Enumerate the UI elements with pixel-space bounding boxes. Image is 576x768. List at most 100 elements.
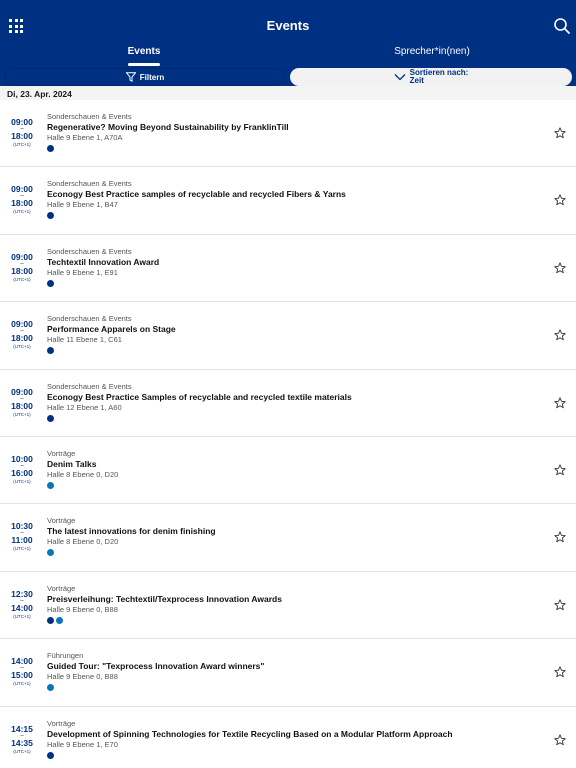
event-location: Halle 9 Ebene 1, E70 — [47, 739, 118, 749]
category-dots — [47, 751, 536, 759]
event-title: Development of Spinning Technologies for… — [47, 728, 453, 739]
event-time: 10:30 – 11:00 (UTC+1) — [0, 521, 44, 552]
timezone-label: (UTC+1) — [13, 142, 31, 147]
event-row[interactable]: 09:00 – 18:00 (UTC+1) Sonderschauen & Ev… — [0, 235, 576, 303]
event-category: Sonderschauen & Events — [47, 179, 132, 189]
star-icon[interactable] — [554, 464, 566, 476]
event-row[interactable]: 09:00 – 18:00 (UTC+1) Sonderschauen & Ev… — [0, 167, 576, 235]
event-row[interactable]: 12:30 – 14:00 (UTC+1) Vorträge Preisverl… — [0, 572, 576, 640]
event-content: Sonderschauen & Events Econogy Best Prac… — [47, 382, 536, 422]
category-dot — [47, 414, 54, 422]
event-content: Sonderschauen & Events Econogy Best Prac… — [47, 179, 536, 220]
event-title: Econogy Best Practice Samples of recycla… — [47, 391, 352, 402]
category-dot — [47, 751, 54, 759]
event-list: 09:00 – 18:00 (UTC+1) Sonderschauen & Ev… — [0, 100, 576, 768]
timezone-label: (UTC+1) — [13, 748, 31, 754]
category-dot — [47, 684, 54, 692]
event-time: 09:00 – 18:00 (UTC+1) — [0, 252, 44, 283]
event-title: Guided Tour: "Texprocess Innovation Awar… — [47, 661, 265, 672]
end-time: 18:00 — [11, 131, 33, 141]
tab-bar: Events Sprecher*in(nen) — [0, 44, 576, 68]
event-location: Halle 9 Ebene 1, E91 — [47, 267, 118, 277]
end-time: 14:35 — [11, 737, 33, 748]
end-time: 18:00 — [11, 198, 33, 209]
timezone-label: (UTC+1) — [13, 546, 31, 552]
tab-speakers[interactable]: Sprecher*in(nen) — [288, 46, 576, 57]
category-dots — [47, 549, 536, 557]
event-row[interactable]: 10:00 – 16:00 (UTC+1) Vorträge Denim Tal… — [0, 437, 576, 505]
event-title: Denim Talks — [47, 458, 97, 469]
filter-icon — [125, 72, 136, 82]
timezone-label: (UTC+1) — [13, 613, 31, 619]
star-icon[interactable] — [554, 666, 566, 678]
end-time: 16:00 — [11, 467, 33, 478]
search-icon[interactable] — [553, 17, 571, 35]
event-location: Halle 8 Ebene 0, D20 — [47, 537, 119, 547]
star-icon[interactable] — [554, 733, 566, 746]
end-time: 15:00 — [11, 670, 33, 681]
category-dot — [47, 616, 54, 624]
event-row[interactable]: 09:00 – 18:00 (UTC+1) Sonderschauen & Ev… — [0, 370, 576, 437]
category-dots — [47, 616, 536, 624]
star-icon[interactable] — [554, 531, 566, 543]
star-icon[interactable] — [554, 329, 566, 341]
timezone-label: (UTC+1) — [13, 209, 31, 215]
timezone-label: (UTC+1) — [13, 344, 31, 350]
event-category: Sonderschauen & Events — [47, 381, 132, 391]
event-time: 14:15 – 14:35 (UTC+1) — [0, 724, 44, 755]
category-dot — [56, 616, 63, 624]
event-row[interactable]: 14:00 – 15:00 (UTC+1) Führungen Guided T… — [0, 639, 576, 707]
event-category: Sonderschauen & Events — [47, 112, 132, 121]
event-row[interactable]: 14:15 – 14:35 (UTC+1) Vorträge Developme… — [0, 707, 576, 768]
event-content: Führungen Guided Tour: "Texprocess Innov… — [47, 651, 536, 692]
event-content: Vorträge The latest innovations for deni… — [47, 516, 536, 557]
event-row[interactable]: 09:00 – 18:00 (UTC+1) Sonderschauen & Ev… — [0, 100, 576, 168]
active-tab-indicator — [128, 63, 160, 66]
event-title: Performance Apparels on Stage — [47, 324, 176, 335]
category-dot — [47, 347, 54, 355]
end-time: 11:00 — [11, 535, 33, 546]
star-icon[interactable] — [554, 262, 566, 274]
event-content: Sonderschauen & Events Performance Appar… — [47, 314, 536, 355]
event-category: Vorträge — [47, 583, 76, 593]
event-title: The latest innovations for denim finishi… — [47, 526, 216, 537]
event-location: Halle 9 Ebene 0, B88 — [47, 604, 118, 614]
tab-events[interactable]: Events — [0, 46, 288, 57]
event-time: 09:00 – 18:00 (UTC+1) — [0, 184, 44, 215]
category-dots — [47, 347, 536, 355]
sort-label: Sortieren nach: Zeit — [410, 69, 469, 85]
end-time: 14:00 — [11, 602, 33, 613]
date-header: Di, 23. Apr. 2024 — [0, 86, 576, 100]
sort-button[interactable]: Sortieren nach: Zeit — [290, 68, 572, 86]
event-row[interactable]: 10:30 – 11:00 (UTC+1) Vorträge The lates… — [0, 504, 576, 572]
star-icon[interactable] — [554, 599, 566, 611]
filter-label: Filtern — [139, 72, 165, 82]
end-time: 18:00 — [11, 265, 33, 276]
event-location: Halle 9 Ebene 1, A70A — [47, 133, 123, 142]
event-title: Techtextil Innovation Award — [47, 256, 160, 267]
event-location: Halle 9 Ebene 1, B47 — [47, 200, 118, 210]
timezone-label: (UTC+1) — [13, 478, 31, 484]
event-title: Econogy Best Practice samples of recycla… — [47, 189, 346, 200]
category-dot — [47, 212, 54, 220]
event-content: Vorträge Development of Spinning Technol… — [47, 719, 536, 759]
event-category: Vorträge — [47, 718, 76, 728]
event-category: Sonderschauen & Events — [47, 314, 132, 324]
star-icon[interactable] — [554, 396, 566, 409]
event-time: 09:00 – 18:00 (UTC+1) — [0, 117, 44, 148]
filter-button[interactable]: Filtern — [4, 68, 286, 86]
category-dots — [47, 481, 536, 489]
star-icon[interactable] — [554, 194, 566, 206]
event-location: Halle 11 Ebene 1, C61 — [47, 335, 122, 345]
event-location: Halle 9 Ebene 0, B88 — [47, 672, 118, 682]
category-dot — [47, 481, 54, 489]
event-category: Führungen — [47, 651, 84, 661]
event-title: Preisverleihung: Techtextil/Texprocess I… — [47, 593, 282, 604]
timezone-label: (UTC+1) — [13, 411, 31, 417]
star-icon[interactable] — [554, 127, 566, 139]
timezone-label: (UTC+1) — [13, 681, 31, 687]
category-dots — [47, 279, 536, 287]
category-dots — [47, 212, 536, 220]
event-time: 12:30 – 14:00 (UTC+1) — [0, 589, 44, 620]
event-row[interactable]: 09:00 – 18:00 (UTC+1) Sonderschauen & Ev… — [0, 302, 576, 370]
